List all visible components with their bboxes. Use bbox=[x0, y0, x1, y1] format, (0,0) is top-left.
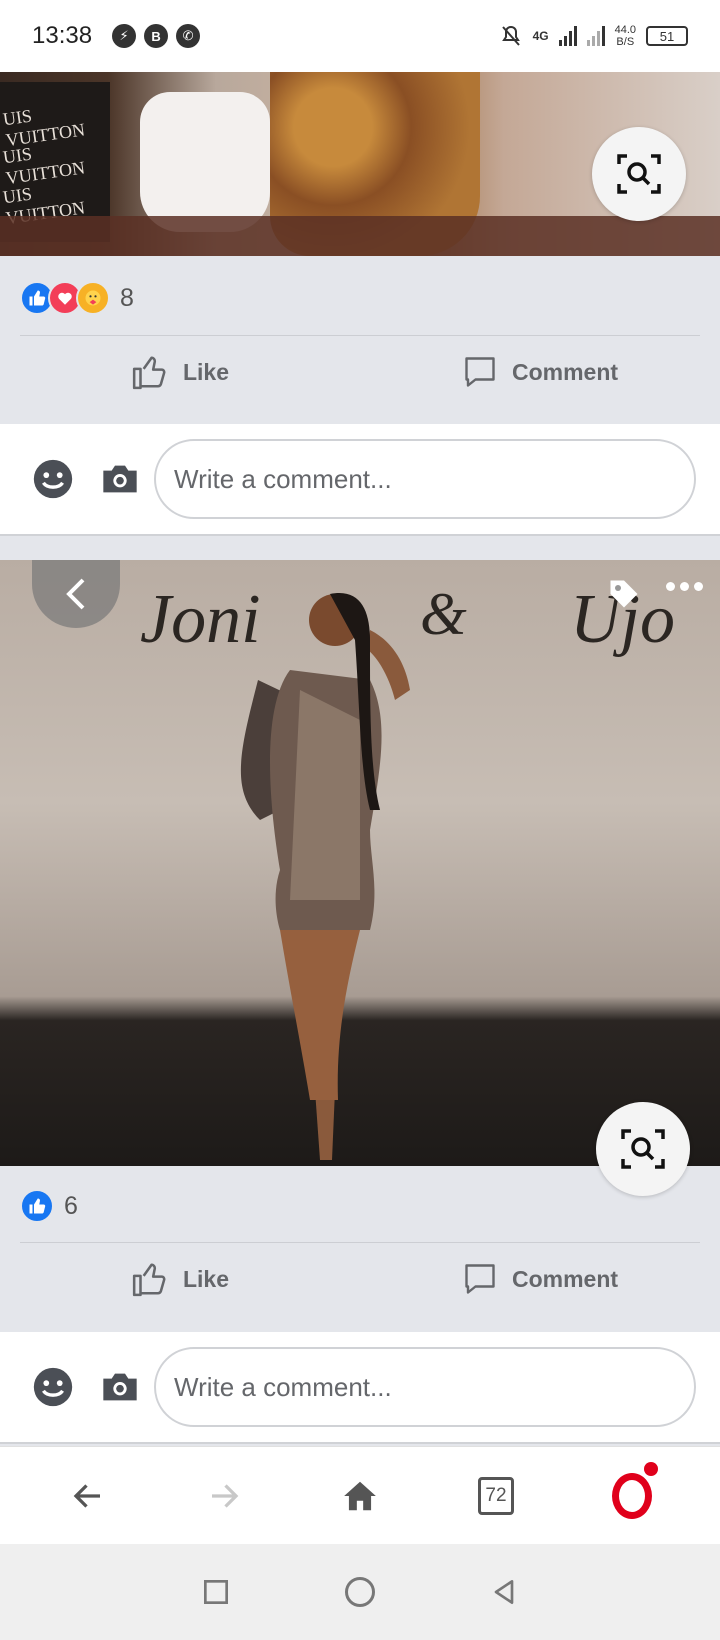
notification-dot bbox=[644, 1461, 658, 1476]
floor bbox=[0, 216, 720, 256]
arrow-right-icon bbox=[212, 1483, 239, 1508]
reaction-count: 6 bbox=[64, 1191, 78, 1220]
care-reaction-icon bbox=[76, 281, 110, 315]
comment-icon bbox=[465, 1264, 495, 1294]
white-bag bbox=[140, 92, 270, 232]
tabs-icon: 72 bbox=[478, 1476, 514, 1515]
chevron-left-icon bbox=[66, 578, 85, 610]
visual-search-button[interactable] bbox=[596, 1102, 690, 1196]
home-button[interactable] bbox=[324, 1460, 396, 1532]
opera-logo-icon bbox=[612, 1472, 652, 1519]
visual-search-icon bbox=[621, 1129, 665, 1169]
home-icon bbox=[344, 1481, 376, 1510]
post-actions: Like Comment bbox=[0, 1243, 720, 1315]
battery-icon: 51 bbox=[646, 26, 688, 46]
muted-bell-icon bbox=[501, 25, 520, 46]
network-speed: 44.0 B/S bbox=[614, 24, 636, 48]
like-reaction-icon bbox=[20, 1189, 54, 1223]
whatsapp-icon: ✆ bbox=[176, 24, 201, 48]
reactions-summary[interactable]: 8 bbox=[20, 268, 134, 328]
more-options-icon[interactable] bbox=[666, 582, 703, 591]
comment-icon bbox=[465, 357, 495, 387]
tag-icon[interactable] bbox=[606, 576, 642, 612]
back-triangle-icon[interactable] bbox=[488, 1576, 520, 1608]
comment-button[interactable]: Comment bbox=[360, 1243, 720, 1315]
browser-toolbar: 72 bbox=[0, 1446, 720, 1544]
arrow-left-icon bbox=[73, 1483, 100, 1508]
emoji-icon[interactable] bbox=[30, 1364, 76, 1410]
camera-icon[interactable] bbox=[100, 1367, 140, 1407]
post-photo-2[interactable]: Joni & Ujo bbox=[0, 560, 720, 1166]
bitcoin-app-icon: B bbox=[144, 24, 169, 48]
comment-composer: Write a comment... bbox=[0, 1332, 720, 1444]
like-button[interactable]: Like bbox=[0, 1243, 360, 1315]
like-button[interactable]: Like bbox=[0, 336, 360, 408]
signal-icon-2 bbox=[586, 26, 605, 46]
post-actions: Like Comment bbox=[0, 336, 720, 408]
visual-search-button[interactable] bbox=[592, 127, 686, 221]
visual-search-icon bbox=[617, 154, 661, 194]
like-icon bbox=[132, 1263, 166, 1297]
comment-button[interactable]: Comment bbox=[360, 336, 720, 408]
reactions-summary[interactable]: 6 bbox=[20, 1176, 78, 1236]
opera-menu-button[interactable] bbox=[596, 1460, 668, 1532]
camera-icon[interactable] bbox=[100, 459, 140, 499]
status-time: 13:38 bbox=[32, 22, 93, 49]
recents-icon[interactable] bbox=[200, 1576, 232, 1608]
system-nav-bar bbox=[0, 1544, 720, 1640]
like-icon bbox=[132, 356, 166, 390]
signal-icon bbox=[558, 26, 577, 46]
back-button[interactable] bbox=[52, 1460, 124, 1532]
charging-icon: ⚡ bbox=[112, 24, 137, 48]
comment-input[interactable]: Write a comment... bbox=[154, 439, 696, 519]
status-right: 4G 44.0 B/S 51 bbox=[499, 24, 688, 48]
forward-button[interactable] bbox=[188, 1460, 260, 1532]
home-circle-icon[interactable] bbox=[342, 1574, 378, 1610]
tabs-button[interactable]: 72 bbox=[460, 1460, 532, 1532]
comment-input[interactable]: Write a comment... bbox=[154, 1347, 696, 1427]
emoji-icon[interactable] bbox=[30, 456, 76, 502]
woman-figure bbox=[240, 593, 410, 1160]
network-type: 4G bbox=[532, 29, 549, 43]
reaction-count: 8 bbox=[120, 283, 134, 312]
status-bar: 13:38 ⚡ B ✆ 4G 44.0 B/S 51 bbox=[0, 0, 720, 72]
comment-composer: Write a comment... bbox=[0, 424, 720, 536]
